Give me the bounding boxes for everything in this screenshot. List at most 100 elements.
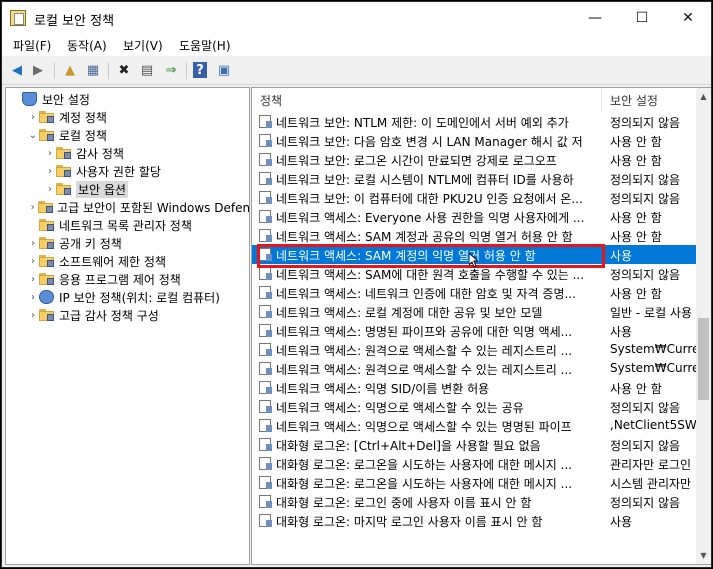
tree-item[interactable]: 네트워크 목록 관리자 정책: [6, 216, 249, 234]
policy-setting-value: 사용: [610, 325, 633, 339]
policy-row[interactable]: 네트워크 액세스: 명명된 파이프와 공유에 대한 익명 액세... 사용: [252, 321, 696, 340]
tree-item[interactable]: › 계정 정책: [6, 108, 249, 126]
policy-item-icon: [259, 419, 272, 432]
tree-item[interactable]: › 응용 프로그램 제어 정책: [6, 270, 249, 288]
tree-item[interactable]: › 보안 옵션: [6, 180, 249, 198]
policy-name: 네트워크 액세스: 원격으로 액세스할 수 있는 레지스트리 ...: [276, 344, 573, 358]
tree-item-label: IP 보안 정책(위치: 로컬 컴퓨터): [59, 290, 220, 305]
tree-item[interactable]: › 고급 보안이 포함된 Windows Defender: [6, 198, 250, 216]
policy-setting-value: System₩Curren: [610, 342, 696, 356]
tree-item[interactable]: ⌄ 로컬 정책: [6, 126, 249, 144]
policy-row[interactable]: 네트워크 액세스: 익명으로 액세스할 수 있는 공유 정의되지 않음: [252, 397, 696, 416]
toolbar: ◀ ▶ ▲ ▦ ✖ ▤ ⇒ ? ▣: [2, 56, 711, 85]
minimize-button[interactable]: —: [572, 2, 618, 34]
delete-icon[interactable]: ✖: [115, 61, 133, 79]
scroll-down-arrow-icon[interactable]: ▼: [696, 547, 711, 564]
column-header-policy[interactable]: 정책: [252, 88, 602, 112]
policy-name: 네트워크 액세스: SAM 계정과 공유의 익명 열거 허용 안 함: [276, 230, 573, 244]
policy-item-icon: [259, 400, 272, 413]
menu-bar: 파일(F) 동작(A) 보기(V) 도움말(H): [2, 34, 711, 56]
export-list-icon[interactable]: ⇒: [162, 61, 180, 79]
policy-row[interactable]: 네트워크 보안: NTLM 제한: 이 도메인에서 서버 예외 추가 정의되지 않…: [252, 112, 696, 131]
scrollbar-thumb[interactable]: [698, 318, 709, 400]
expand-chevron-icon[interactable]: ›: [27, 236, 39, 250]
policy-row[interactable]: 네트워크 액세스: 익명 SID/이름 변환 허용 사용 안 함: [252, 378, 696, 397]
policy-row[interactable]: 네트워크 액세스: SAM 계정과 공유의 익명 열거 허용 안 함 사용 안 함: [252, 226, 696, 245]
policy-name: 네트워크 액세스: 로컬 계정에 대한 공유 및 보안 모델: [276, 306, 543, 320]
mouse-cursor-icon: [469, 253, 478, 267]
policy-name: 대화형 로그온: 로그온을 시도하는 사용자에 대한 메시지 ...: [276, 458, 573, 472]
folder-icon: [56, 147, 71, 159]
policy-row[interactable]: 대화형 로그온: [Ctrl+Alt+Del]을 사용할 필요 없음 정의되지 않…: [252, 435, 696, 454]
policy-setting-value: 시스템 관리자만: [610, 477, 692, 491]
policy-item-icon: [259, 229, 272, 242]
policy-row[interactable]: 네트워크 액세스: 익명으로 액세스할 수 있는 명명된 파이프 ,NetClie…: [252, 416, 696, 435]
up-folder-icon[interactable]: ▲: [61, 61, 79, 79]
folder-icon: [39, 255, 54, 267]
tree-item[interactable]: › 고급 감사 정책 구성: [6, 306, 249, 324]
tree-item[interactable]: › 사용자 권한 할당: [6, 162, 249, 180]
policy-setting-value: 정의되지 않음: [610, 116, 681, 130]
policy-row[interactable]: 네트워크 보안: 로컬 시스템이 NTLM에 컴퓨터 ID를 사용하 정의되지 않…: [252, 169, 696, 188]
policy-row[interactable]: 네트워크 액세스: 네트워크 인증에 대한 암호 및 자격 증명... 사용 안 …: [252, 283, 696, 302]
policy-name: 네트워크 보안: NTLM 제한: 이 도메인에서 서버 예외 추가: [276, 116, 569, 130]
policy-row[interactable]: 대화형 로그온: 로그온을 시도하는 사용자에 대한 메시지 ... 시스템 관리…: [252, 473, 696, 492]
policy-item-icon: [259, 191, 272, 204]
policy-row[interactable]: 네트워크 액세스: 로컬 계정에 대한 공유 및 보안 모델 일반 - 로컬 사용: [252, 302, 696, 321]
policy-row[interactable]: 네트워크 보안: 다음 암호 변경 시 LAN Manager 해시 값 저 사용…: [252, 131, 696, 150]
expand-chevron-icon[interactable]: ›: [44, 182, 56, 196]
policy-row[interactable]: 네트워크 액세스: 원격으로 액세스할 수 있는 레지스트리 ... System…: [252, 340, 696, 359]
forward-icon[interactable]: ▶: [29, 61, 47, 79]
tree-pane: 보안 설정 › 계정 정책 ⌄ 로컬 정책 › 감사 정책 › 사용자 권한 할당 › 보안 옵션 ›…: [5, 87, 250, 565]
policy-setting-value: 사용 안 함: [610, 154, 662, 168]
tree-item[interactable]: › IP 보안 정책(위치: 로컬 컴퓨터): [6, 288, 249, 306]
policy-name: 대화형 로그온: [Ctrl+Alt+Del]을 사용할 필요 없음: [276, 439, 541, 453]
expand-chevron-icon[interactable]: ⌄: [27, 128, 39, 142]
policy-name: 네트워크 보안: 로컬 시스템이 NTLM에 컴퓨터 ID를 사용하: [276, 173, 574, 187]
policy-row[interactable]: 대화형 로그온: 로그온을 시도하는 사용자에 대한 메시지 ... 관리자만 로…: [252, 454, 696, 473]
policy-row[interactable]: 네트워크 액세스: Everyone 사용 권한을 익명 사용자에게 ... 사용…: [252, 207, 696, 226]
policy-row[interactable]: 네트워크 액세스: 원격으로 액세스할 수 있는 레지스트리 ... System…: [252, 359, 696, 378]
policy-setting-value: 정의되지 않음: [610, 401, 681, 415]
menu-action[interactable]: 동작(A): [67, 37, 107, 54]
policy-name: 대화형 로그온: 로그온을 시도하는 사용자에 대한 메시지 ...: [276, 477, 573, 491]
tree-item[interactable]: › 소프트웨어 제한 정책: [6, 252, 249, 270]
maximize-button[interactable]: ☐: [619, 2, 665, 34]
policy-setting-value: 정의되지 않음: [610, 268, 681, 282]
back-icon[interactable]: ◀: [8, 61, 26, 79]
policy-row[interactable]: 네트워크 보안: 이 컴퓨터에 대한 PKU2U 인증 요청에서 온... 정의되…: [252, 188, 696, 207]
folder-icon: [39, 309, 54, 321]
expand-chevron-icon[interactable]: ›: [27, 308, 39, 322]
expand-chevron-icon[interactable]: ›: [27, 110, 39, 124]
expand-chevron-icon[interactable]: ›: [27, 254, 39, 268]
expand-chevron-icon[interactable]: ›: [44, 164, 56, 178]
tree-item-label: 고급 보안이 포함된 Windows Defender: [57, 200, 250, 215]
console-icon[interactable]: ▣: [215, 61, 233, 79]
properties-icon[interactable]: ▤: [138, 61, 156, 79]
expand-chevron-icon[interactable]: ›: [44, 146, 56, 160]
policy-name: 네트워크 액세스: 익명으로 액세스할 수 있는 명명된 파이프: [276, 420, 572, 434]
tree-item[interactable]: 보안 설정: [6, 90, 249, 108]
tree-item-label: 고급 감사 정책 구성: [59, 308, 159, 323]
help-icon[interactable]: ?: [193, 62, 207, 78]
policy-row[interactable]: 대화형 로그온: 로그인 중에 사용자 이름 표시 안 함 정의되지 않음: [252, 492, 696, 511]
show-hide-tree-icon[interactable]: ▦: [84, 61, 102, 79]
expand-chevron-icon[interactable]: ›: [27, 290, 39, 304]
tree-item[interactable]: › 공개 키 정책: [6, 234, 249, 252]
expand-chevron-icon[interactable]: ›: [27, 272, 39, 286]
menu-view[interactable]: 보기(V): [123, 37, 163, 54]
policy-item-icon: [259, 115, 272, 128]
policy-row[interactable]: 네트워크 보안: 로그온 시간이 만료되면 강제로 로그오프 사용 안 함: [252, 150, 696, 169]
tree-item-label: 공개 키 정책: [59, 236, 122, 251]
column-header-setting[interactable]: 보안 설정: [602, 88, 696, 112]
policy-item-icon: [259, 210, 272, 223]
menu-help[interactable]: 도움말(H): [179, 37, 231, 54]
close-button[interactable]: ✕: [665, 2, 711, 34]
tree-item[interactable]: › 감사 정책: [6, 144, 249, 162]
policy-row[interactable]: 대화형 로그온: 마지막 로그인 사용자 이름 표시 안 함 사용: [252, 511, 696, 530]
expand-chevron-icon[interactable]: ›: [27, 200, 38, 214]
scroll-up-arrow-icon[interactable]: ▲: [696, 88, 711, 105]
menu-file[interactable]: 파일(F): [13, 37, 51, 54]
vertical-scrollbar[interactable]: ▲ ▼: [696, 88, 711, 564]
tree-item-label: 로컬 정책: [59, 128, 107, 143]
